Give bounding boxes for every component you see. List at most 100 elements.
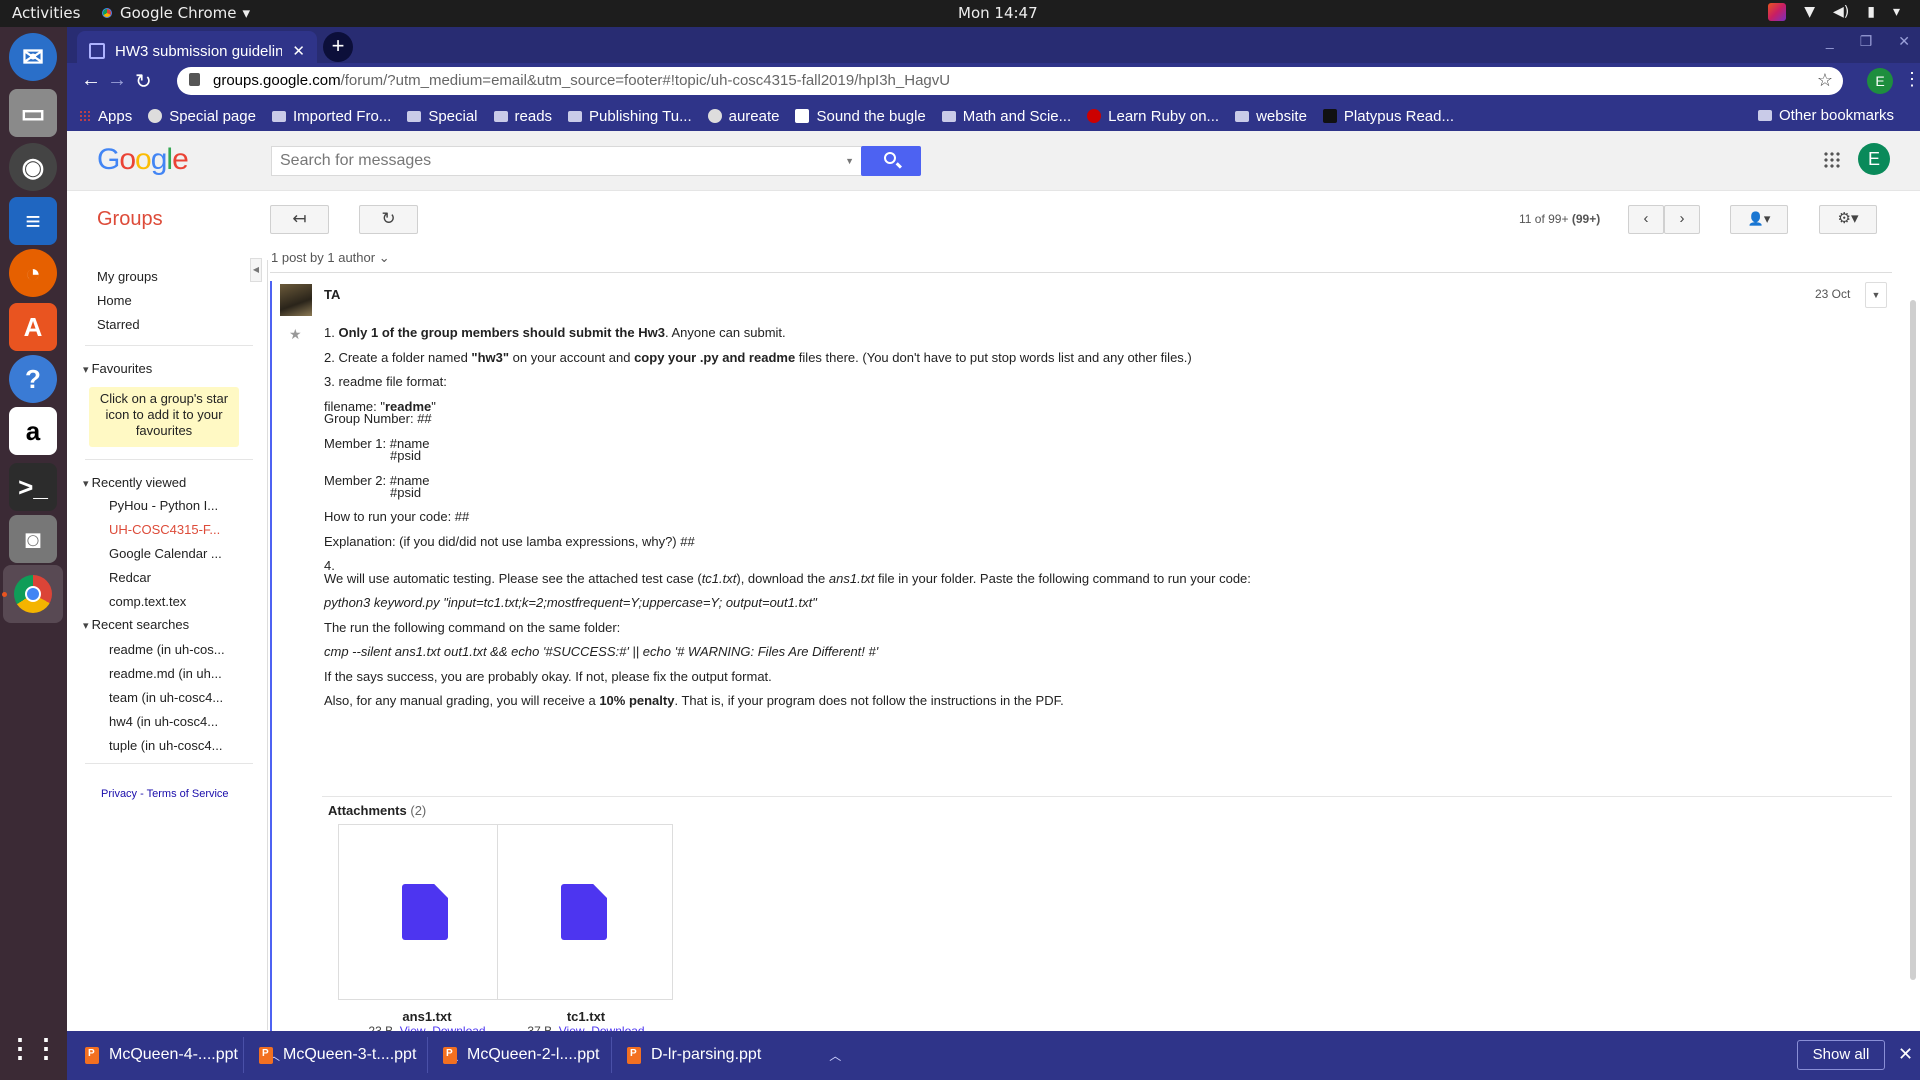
member-options-button[interactable]: 👤▾ bbox=[1730, 205, 1788, 234]
recent-search-item[interactable]: readme (in uh-cos... bbox=[109, 642, 225, 657]
chevron-up-icon[interactable]: ︿ bbox=[829, 1047, 841, 1064]
camera-icon[interactable]: ◙ bbox=[9, 515, 57, 563]
recent-search-item[interactable]: tuple (in uh-cosc4... bbox=[109, 738, 222, 753]
recent-item-current[interactable]: UH-COSC4315-F... bbox=[109, 522, 220, 537]
bookmark-item[interactable]: aureate bbox=[707, 108, 779, 125]
bookmark-folder[interactable]: Imported Fro... bbox=[271, 108, 391, 125]
maximize-icon[interactable]: ❐ bbox=[1860, 33, 1873, 50]
refresh-button[interactable]: ↻ bbox=[359, 205, 418, 234]
bookmark-item[interactable]: Special page bbox=[148, 108, 256, 125]
aureate-icon bbox=[707, 109, 722, 123]
help-icon[interactable]: ? bbox=[9, 355, 57, 403]
attachment-card[interactable]: tc1.txt 37 B View Download bbox=[497, 824, 673, 1038]
bookmark-folder[interactable]: website bbox=[1235, 108, 1307, 125]
app-menu-label: Google Chrome bbox=[120, 4, 237, 22]
bookmark-folder[interactable]: Math and Scie... bbox=[941, 108, 1071, 125]
other-bookmarks[interactable]: Other bookmarks bbox=[1757, 107, 1894, 124]
rhythmbox-icon[interactable]: ◉ bbox=[9, 143, 57, 191]
app-menu[interactable]: Google Chrome ▾ bbox=[100, 4, 250, 22]
bookmark-star-icon[interactable]: ☆ bbox=[1817, 70, 1833, 91]
search-button[interactable] bbox=[861, 146, 921, 176]
recent-search-item[interactable]: team (in uh-cosc4... bbox=[109, 690, 223, 705]
files-icon[interactable]: ▭ bbox=[9, 89, 57, 137]
groups-title[interactable]: Groups bbox=[97, 208, 163, 231]
close-window-icon[interactable]: ✕ bbox=[1898, 33, 1910, 50]
recent-item[interactable]: PyHou - Python I... bbox=[109, 498, 218, 513]
terminal-icon[interactable]: >_ bbox=[9, 463, 57, 511]
sidebar-item-home[interactable]: Home bbox=[97, 293, 132, 308]
bookmark-folder[interactable]: reads bbox=[493, 108, 552, 125]
favourites-header[interactable]: Favourites bbox=[83, 361, 153, 376]
browser-menu-icon[interactable]: ⋮ bbox=[1903, 69, 1920, 90]
scrollbar[interactable] bbox=[1910, 300, 1916, 980]
clock[interactable]: Mon 14:47 bbox=[958, 4, 1038, 22]
settings-button[interactable]: ⚙▾ bbox=[1819, 205, 1877, 234]
forward-icon[interactable]: → bbox=[107, 69, 127, 92]
author-avatar[interactable] bbox=[280, 284, 312, 316]
previous-topic-button[interactable]: ‹ bbox=[1628, 205, 1664, 234]
bookmark-folder[interactable]: Special bbox=[407, 108, 478, 125]
search-options-icon[interactable]: ▼ bbox=[845, 156, 854, 166]
google-apps-icon[interactable] bbox=[1823, 151, 1841, 169]
google-logo[interactable]: Google bbox=[97, 143, 189, 177]
system-tray[interactable]: ▼ ◀) ▮ ▾ bbox=[1768, 3, 1900, 21]
body-line: We will use automatic testing. Please se… bbox=[324, 571, 1251, 586]
author-name[interactable]: TA bbox=[324, 287, 340, 302]
minimize-icon[interactable]: _ bbox=[1826, 33, 1834, 50]
download-item[interactable]: McQueen-3-t....ppt︿ bbox=[259, 1043, 458, 1067]
recent-item[interactable]: Google Calendar ... bbox=[109, 546, 222, 561]
software-center-icon[interactable]: A bbox=[9, 303, 57, 351]
recent-item[interactable]: comp.text.tex bbox=[109, 594, 186, 609]
show-applications-icon[interactable]: ⋮⋮ bbox=[7, 1024, 59, 1072]
folder-icon bbox=[1235, 110, 1250, 122]
privacy-link[interactable]: Privacy bbox=[101, 788, 137, 800]
close-tab-icon[interactable]: ✕ bbox=[292, 42, 305, 60]
chrome-dock-icon[interactable] bbox=[3, 565, 63, 623]
power-menu-icon: ▾ bbox=[1892, 4, 1900, 20]
close-downloads-icon[interactable]: ✕ bbox=[1898, 1044, 1913, 1065]
bookmark-item[interactable]: Sound the bugle bbox=[795, 108, 926, 125]
back-to-topics-button[interactable]: ↤ bbox=[270, 205, 329, 234]
profile-avatar[interactable]: E bbox=[1867, 68, 1893, 94]
download-item[interactable]: D-lr-parsing.ppt︿ bbox=[627, 1043, 841, 1067]
sidebar-item-my-groups[interactable]: My groups bbox=[97, 269, 158, 284]
recent-searches-header[interactable]: Recent searches bbox=[83, 617, 190, 632]
terms-link[interactable]: Terms of Service bbox=[147, 788, 229, 800]
show-all-downloads-button[interactable]: Show all bbox=[1797, 1040, 1885, 1070]
back-icon[interactable]: ← bbox=[81, 69, 101, 92]
thunderbird-icon[interactable]: ✉ bbox=[9, 33, 57, 81]
activities-button[interactable]: Activities bbox=[12, 4, 80, 22]
folder-icon bbox=[941, 110, 956, 122]
chevron-down-icon: ⌄ bbox=[378, 250, 390, 265]
star-icon[interactable]: ★ bbox=[289, 326, 302, 343]
recent-search-item[interactable]: readme.md (in uh... bbox=[109, 666, 222, 681]
next-topic-button[interactable]: › bbox=[1664, 205, 1700, 234]
attachment-card[interactable]: ans1.txt 23 B View Download bbox=[338, 824, 514, 1038]
posts-by-summary[interactable]: 1 post by 1 author ⌄ bbox=[271, 250, 390, 266]
body-line: #psid bbox=[390, 485, 422, 500]
bookmark-item[interactable]: Platypus Read... bbox=[1322, 108, 1454, 125]
amazon-icon[interactable]: a bbox=[9, 407, 57, 455]
download-item[interactable]: McQueen-4-....ppt︿ bbox=[85, 1043, 280, 1067]
firefox-icon[interactable]: ◔ bbox=[9, 249, 57, 297]
app-indicator-icon[interactable] bbox=[1768, 3, 1787, 21]
new-tab-button[interactable]: + bbox=[323, 32, 353, 62]
recent-item[interactable]: Redcar bbox=[109, 570, 151, 585]
message-menu-button[interactable]: ▼ bbox=[1865, 282, 1887, 308]
search-input[interactable]: Search for messages ▼ bbox=[271, 146, 863, 176]
bookmark-folder[interactable]: Publishing Tu... bbox=[568, 108, 692, 125]
body-line: How to run your code: ## bbox=[324, 509, 470, 524]
folder-icon bbox=[493, 110, 508, 122]
writer-icon[interactable]: ≡ bbox=[9, 197, 57, 245]
reload-icon[interactable]: ↻ bbox=[135, 69, 152, 94]
recent-search-item[interactable]: hw4 (in uh-cosc4... bbox=[109, 714, 218, 729]
bookmark-apps[interactable]: Apps bbox=[79, 108, 132, 125]
folder-icon bbox=[1757, 110, 1772, 121]
sidebar-item-starred[interactable]: Starred bbox=[97, 317, 140, 332]
globe-icon bbox=[148, 109, 163, 123]
recently-viewed-header[interactable]: Recently viewed bbox=[83, 475, 187, 490]
account-avatar[interactable]: E bbox=[1858, 143, 1890, 175]
address-bar[interactable]: groups.google.com/forum/?utm_medium=emai… bbox=[177, 67, 1843, 95]
bookmark-item[interactable]: Learn Ruby on... bbox=[1087, 108, 1219, 125]
collapse-sidebar-button[interactable]: ◀ bbox=[250, 258, 262, 282]
